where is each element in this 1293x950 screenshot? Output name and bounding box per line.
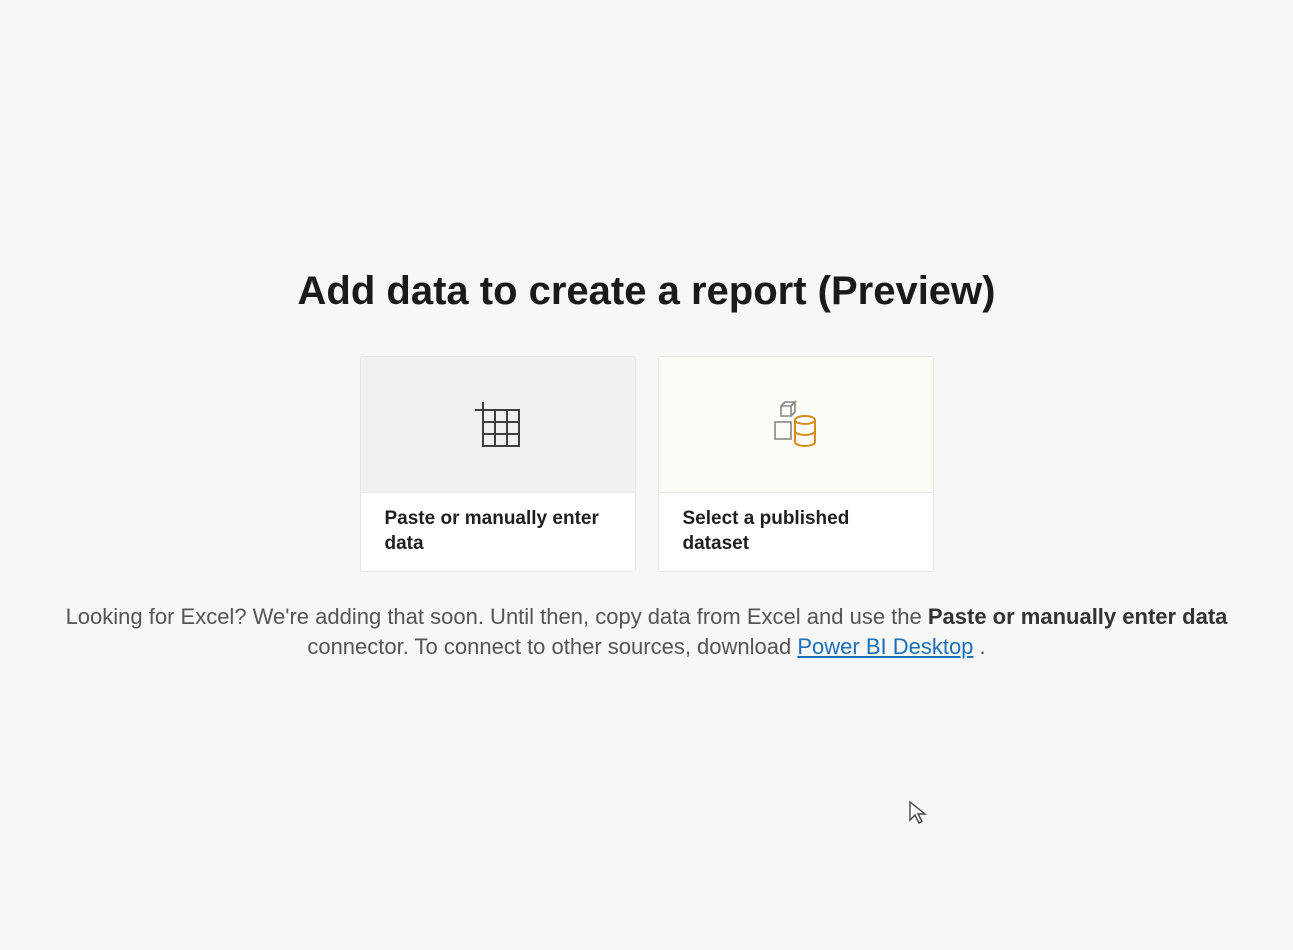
paste-data-label-area: Paste or manually enter data: [361, 492, 635, 570]
paste-data-card[interactable]: Paste or manually enter data: [360, 356, 636, 572]
option-cards: Paste or manually enter data: [360, 356, 934, 572]
description-part3: .: [980, 634, 986, 659]
paste-data-icon-area: [361, 357, 635, 493]
add-data-panel: Add data to create a report (Preview): [0, 269, 1293, 661]
description-bold: Paste or manually enter data: [928, 604, 1228, 629]
cursor-icon: [908, 800, 928, 826]
description-part2: connector. To connect to other sources, …: [307, 634, 797, 659]
power-bi-desktop-link[interactable]: Power BI Desktop: [797, 634, 973, 659]
dataset-icon: [771, 400, 821, 450]
published-dataset-icon-area: [659, 357, 933, 493]
table-plus-icon: [475, 402, 521, 448]
published-dataset-label-area: Select a published dataset: [659, 492, 933, 570]
published-dataset-card[interactable]: Select a published dataset: [658, 356, 934, 572]
description-part1: Looking for Excel? We're adding that soo…: [66, 604, 928, 629]
published-dataset-label: Select a published dataset: [683, 507, 909, 556]
paste-data-label: Paste or manually enter data: [385, 507, 611, 556]
description-text: Looking for Excel? We're adding that soo…: [30, 602, 1263, 661]
page-title: Add data to create a report (Preview): [298, 269, 996, 314]
